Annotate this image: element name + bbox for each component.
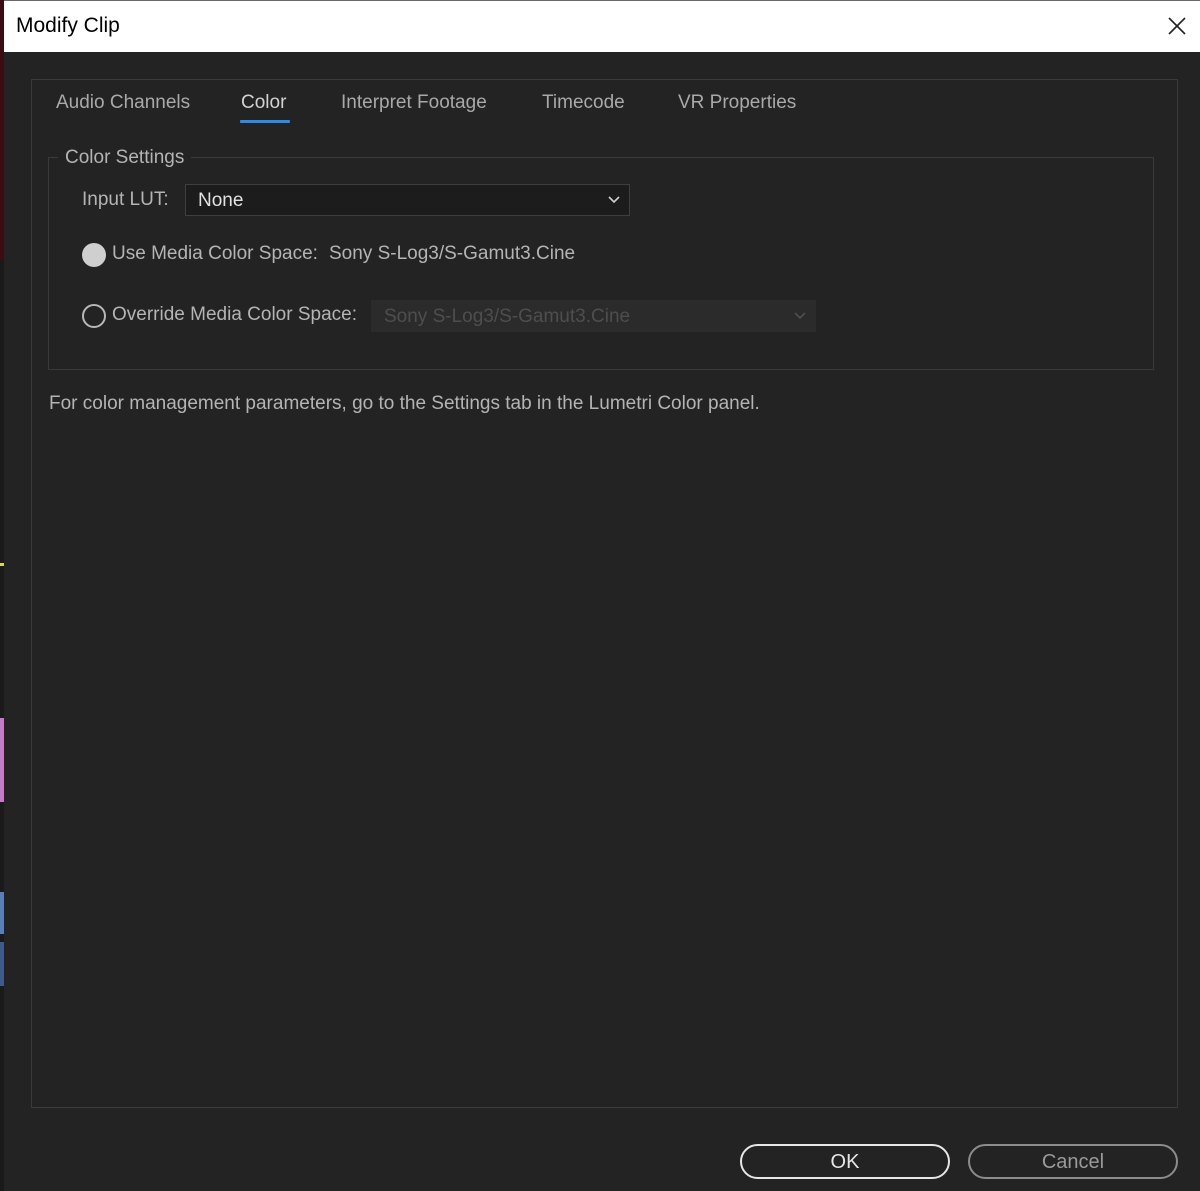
tab-vr-properties[interactable]: VR Properties [678,92,796,114]
ok-button[interactable]: OK [740,1144,950,1179]
use-media-color-space-radio[interactable] [82,243,106,267]
chevron-down-icon [608,196,620,204]
media-color-space-value: Sony S-Log3/S-Gamut3.Cine [329,243,576,264]
use-media-color-space-label: Use Media Color Space: [112,243,318,264]
tab-timecode[interactable]: Timecode [542,92,625,114]
color-settings-title: Color Settings [58,147,192,169]
tab-interpret-footage[interactable]: Interpret Footage [341,92,487,114]
override-media-color-space-radio[interactable] [82,304,106,328]
input-lut-value: None [198,190,244,211]
close-button[interactable] [1164,13,1190,39]
tab-audio-channels[interactable]: Audio Channels [56,92,190,114]
color-management-info-text: For color management parameters, go to t… [49,393,760,414]
override-media-color-space-label: Override Media Color Space: [112,304,357,325]
tab-color[interactable]: Color [241,92,286,114]
active-tab-indicator [240,120,290,123]
chevron-down-icon [794,312,806,320]
override-color-space-dropdown: Sony S-Log3/S-Gamut3.Cine [371,300,816,332]
override-color-space-value: Sony S-Log3/S-Gamut3.Cine [384,306,631,327]
background-app-edge [0,0,4,1191]
close-icon [1168,17,1186,35]
input-lut-label: Input LUT: [82,189,169,210]
cancel-button[interactable]: Cancel [968,1144,1178,1179]
dialog-titlebar: Modify Clip [4,0,1200,52]
input-lut-dropdown[interactable]: None [185,184,630,216]
dialog-title: Modify Clip [16,14,120,37]
